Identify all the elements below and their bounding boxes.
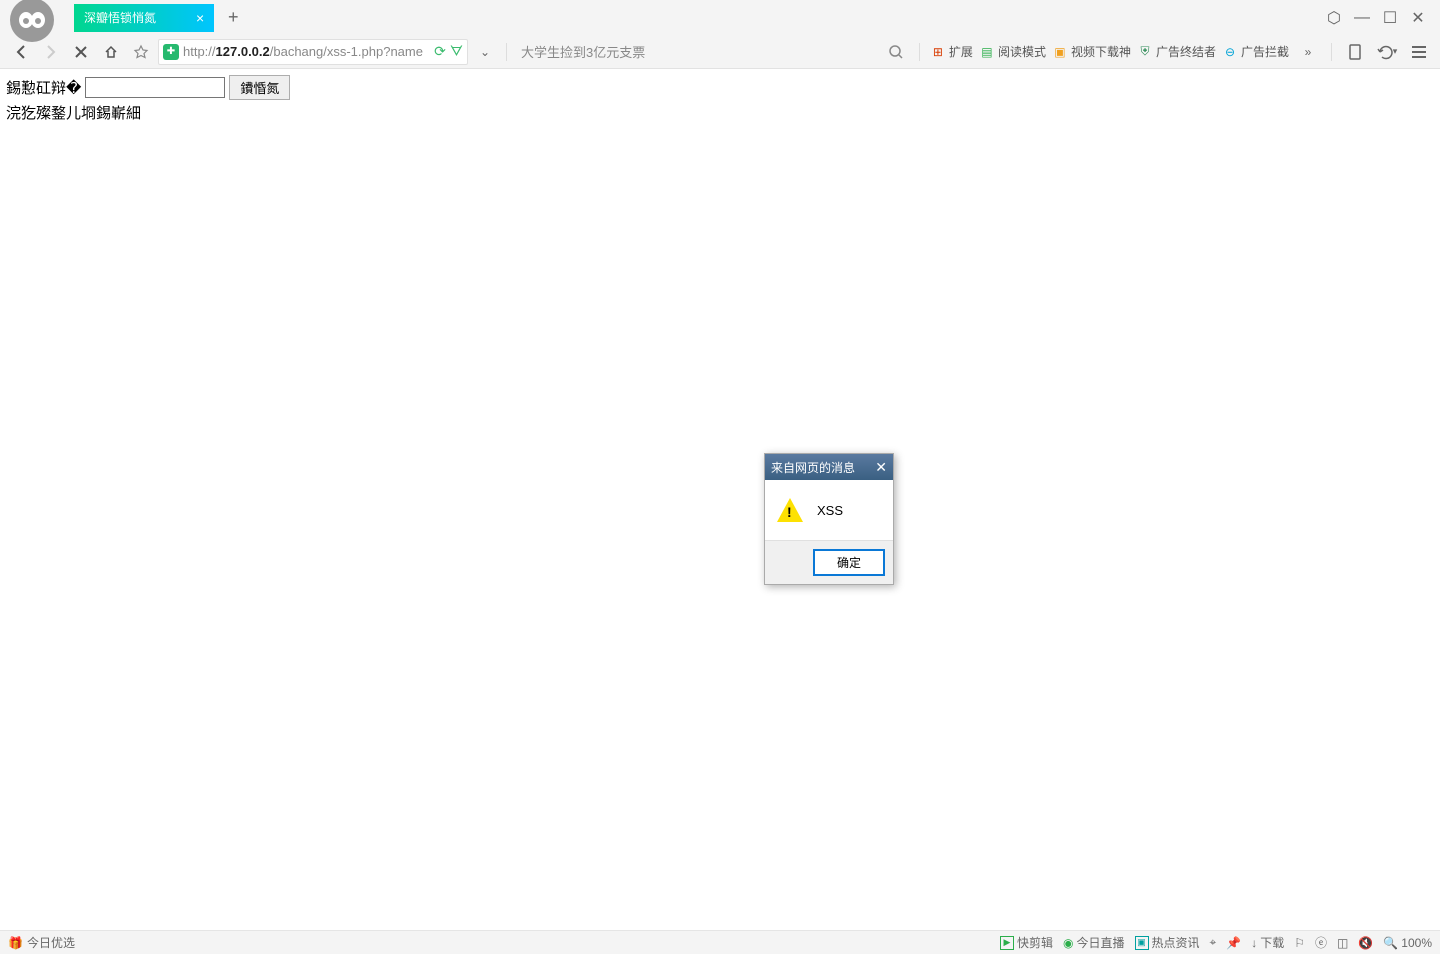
security-shield-icon: ✚ — [163, 44, 179, 60]
sb-split-icon[interactable]: ◫ — [1337, 936, 1348, 950]
address-bar[interactable]: ✚ http://127.0.0.2/bachang/xss-1.php?nam… — [158, 39, 468, 65]
submit-button[interactable]: 鐨惛氮 — [229, 75, 290, 100]
page-content: 錫懃矼辩� 鐨惛氮 浣犵殩鍪儿埛錫嶄細 来自网页的消息 ✕ XSS 确定 — [0, 69, 1440, 930]
dialog-body: XSS — [765, 480, 893, 540]
ext-adkiller[interactable]: ⛨广告终结者 — [1137, 43, 1216, 60]
ext-video[interactable]: ▣视频下载神 — [1052, 43, 1131, 60]
url-text: http://127.0.0.2/bachang/xss-1.php?name — [183, 44, 423, 59]
dialog-close-icon[interactable]: ✕ — [875, 459, 887, 476]
sb-download[interactable]: ↓ 下载 — [1251, 934, 1284, 951]
dialog-title-text: 来自网页的消息 — [771, 459, 855, 476]
nav-stop-button[interactable] — [68, 39, 94, 65]
search-icon[interactable] — [883, 39, 909, 65]
ext-reader[interactable]: ▤阅读模式 — [979, 43, 1046, 60]
sb-hotnews[interactable]: ▣热点资讯 — [1135, 934, 1200, 951]
sb-quickcut[interactable]: ▶快剪辑 — [1000, 934, 1053, 951]
extensions-area: ⊞扩展 ▤阅读模式 ▣视频下载神 ⛨广告终结者 ⊖广告拦截 » ▾ — [883, 39, 1432, 65]
menu-icon[interactable] — [1406, 39, 1432, 65]
sb-compass-icon[interactable]: ⌖ — [1210, 935, 1217, 950]
search-hint[interactable]: 大学生捡到3亿元支票 — [521, 42, 645, 61]
name-input[interactable] — [85, 77, 225, 98]
tab-close-icon[interactable]: × — [196, 10, 204, 26]
ext-adblock[interactable]: ⊖广告拦截 — [1222, 43, 1289, 60]
new-tab-button[interactable]: + — [222, 7, 244, 28]
warning-icon — [777, 498, 803, 522]
flash-icon[interactable]: ᗊ — [450, 43, 463, 60]
nav-forward-button[interactable] — [38, 39, 64, 65]
separator — [506, 43, 507, 61]
tab-title: 深瓣悟锁悄氮 — [84, 9, 156, 26]
undo-icon[interactable]: ▾ — [1374, 39, 1400, 65]
mobile-view-icon[interactable] — [1342, 39, 1368, 65]
url-dropdown-icon[interactable]: ⌄ — [472, 39, 498, 65]
browser-tab[interactable]: 深瓣悟锁悄氮 × — [74, 4, 214, 32]
status-bar: 🎁 今日优选 ▶快剪辑 ◉今日直播 ▣热点资讯 ⌖ 📌 ↓ 下载 ⚐ ⓔ ◫ 🔇… — [0, 930, 1440, 954]
sb-zoom[interactable]: 🔍 100% — [1383, 936, 1432, 950]
alert-dialog: 来自网页的消息 ✕ XSS 确定 — [764, 453, 894, 585]
ext-more-icon[interactable]: » — [1295, 39, 1321, 65]
window-pin-icon[interactable]: ⬡ — [1326, 10, 1342, 26]
dialog-message: XSS — [817, 503, 843, 518]
dialog-titlebar[interactable]: 来自网页的消息 ✕ — [765, 454, 893, 480]
window-controls: ⬡ — ☐ ✕ — [1326, 10, 1440, 26]
window-close-icon[interactable]: ✕ — [1410, 10, 1426, 26]
ext-expand[interactable]: ⊞扩展 — [930, 43, 973, 60]
nav-back-button[interactable] — [8, 39, 34, 65]
nav-favorite-button[interactable] — [128, 39, 154, 65]
sb-pin-icon[interactable]: 📌 — [1226, 936, 1241, 950]
output-text: 浣犵殩鍪儿埛錫嶄細 — [6, 102, 1434, 123]
nav-home-button[interactable] — [98, 39, 124, 65]
compat-mode-icon[interactable]: ⟳ — [434, 43, 446, 60]
dialog-footer: 确定 — [765, 540, 893, 584]
profile-avatar[interactable] — [10, 0, 54, 42]
window-maximize-icon[interactable]: ☐ — [1382, 10, 1398, 26]
sb-live[interactable]: ◉今日直播 — [1063, 934, 1125, 951]
gift-icon[interactable]: 🎁 — [8, 936, 23, 950]
sb-flag-icon[interactable]: ⚐ — [1294, 936, 1305, 950]
sb-mute-icon[interactable]: 🔇 — [1358, 936, 1373, 950]
browser-toolbar: ✚ http://127.0.0.2/bachang/xss-1.php?nam… — [0, 35, 1440, 69]
browser-titlebar: 深瓣悟锁悄氮 × + ⬡ — ☐ ✕ — [0, 0, 1440, 35]
form-label: 錫懃矼辩� — [6, 77, 81, 98]
status-featured[interactable]: 今日优选 — [27, 934, 75, 951]
window-minimize-icon[interactable]: — — [1354, 10, 1370, 26]
sb-ie-icon[interactable]: ⓔ — [1315, 934, 1327, 951]
dialog-ok-button[interactable]: 确定 — [813, 549, 885, 576]
